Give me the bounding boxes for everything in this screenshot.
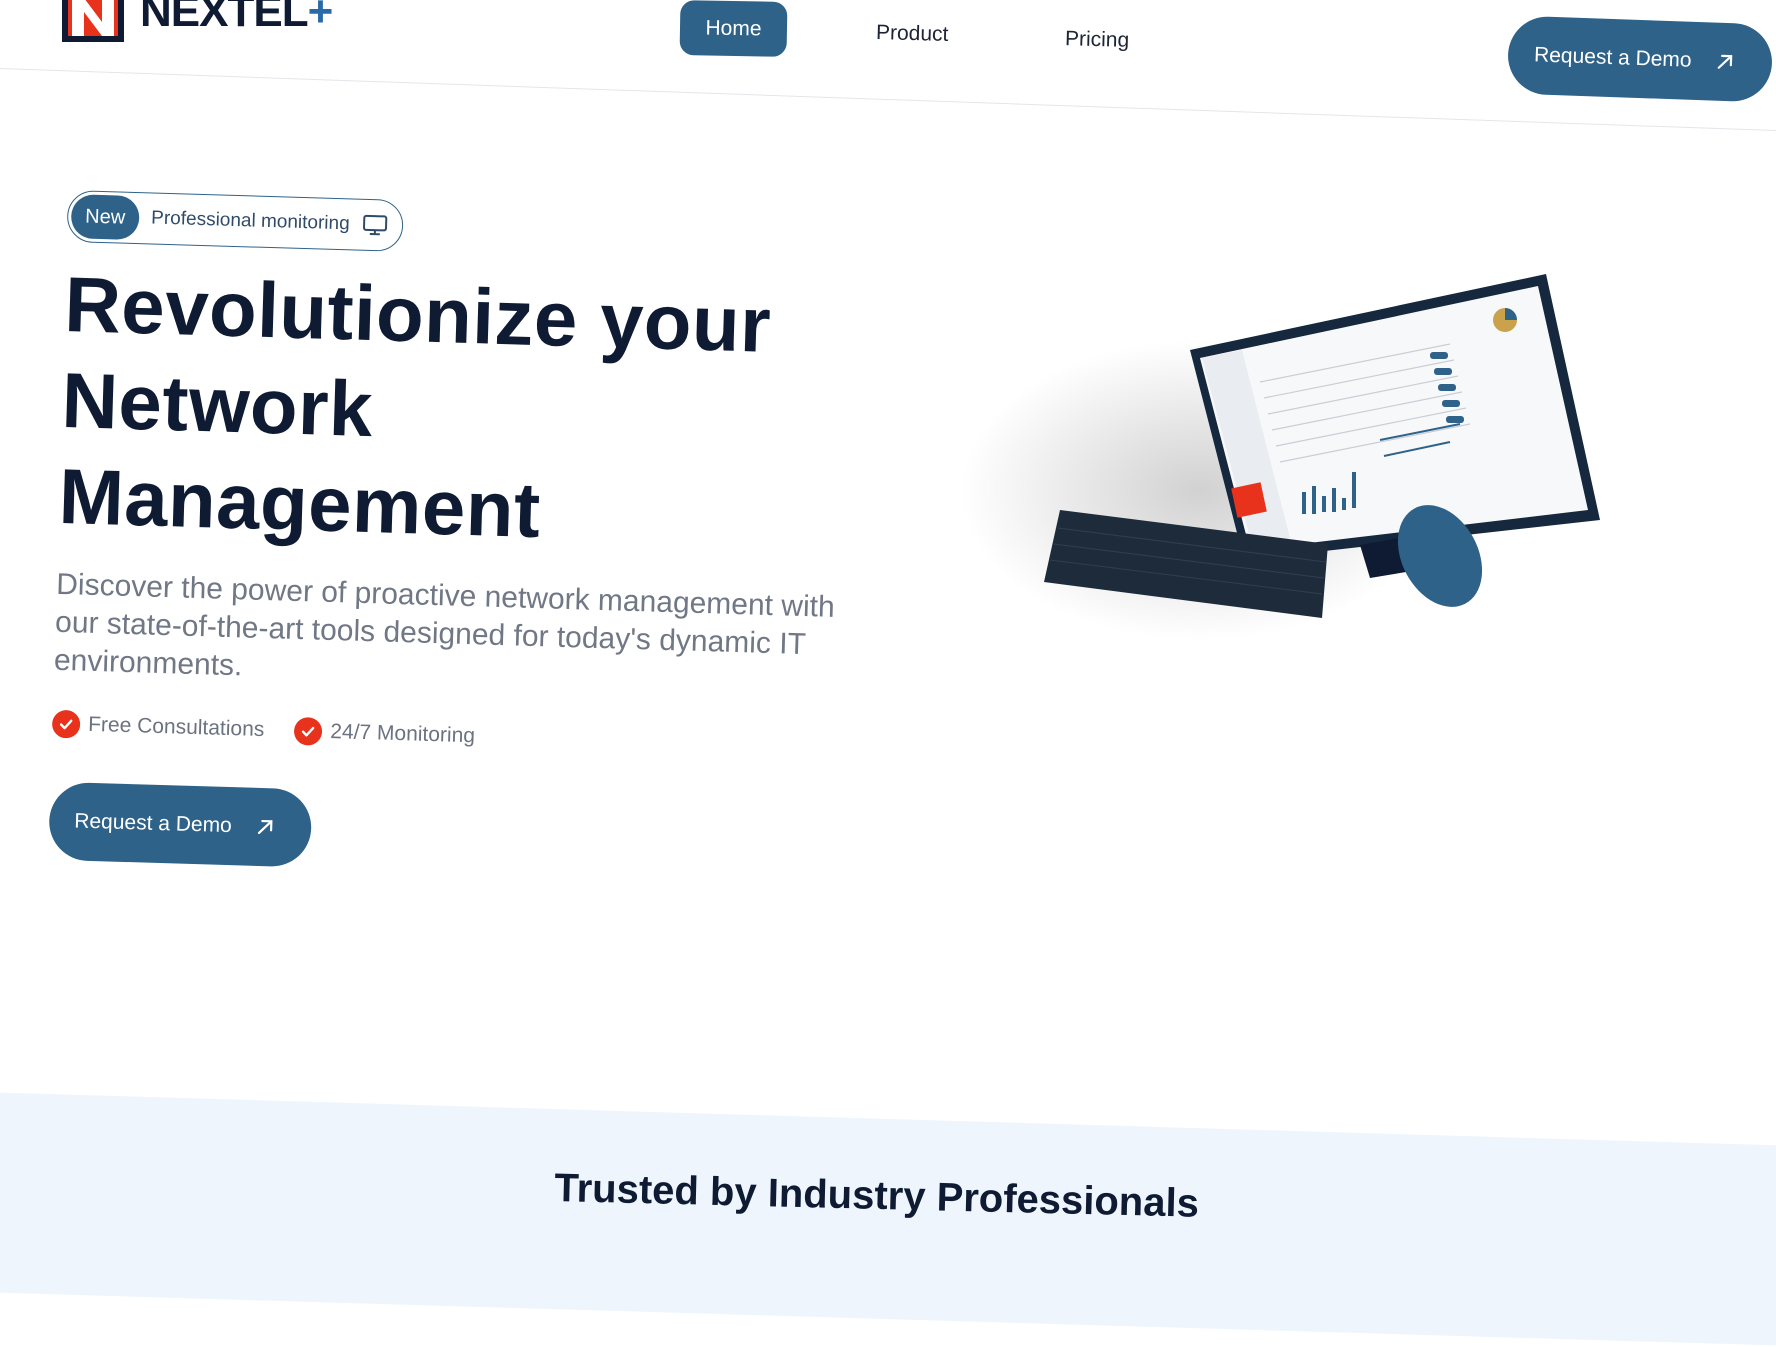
trusted-section-background (0, 1092, 1776, 1347)
monitor-icon (361, 214, 388, 237)
header-request-demo-label: Request a Demo (1533, 43, 1692, 72)
feature-monitoring: 24/7 Monitoring (293, 716, 476, 750)
nav-pricing-link[interactable]: Pricing (1065, 27, 1130, 53)
hero-badge: New Professional monitoring (66, 190, 404, 252)
hero-request-demo-button[interactable]: Request a Demo (48, 781, 313, 868)
hero-section: New Professional monitoring Revolutioniz… (48, 190, 848, 883)
hero-headline: Revolutionize your Network Management (57, 256, 845, 567)
arrow-up-right-icon (1713, 51, 1736, 74)
nav-product-link[interactable]: Product (876, 21, 949, 47)
nextel-logo-mark-icon (62, 0, 132, 42)
check-circle-icon (51, 709, 81, 739)
feature-free-consultations: Free Consultations (51, 709, 265, 744)
badge-new-pill: New (70, 194, 140, 241)
feature-label: Free Consultations (87, 712, 265, 742)
arrow-up-right-icon (253, 816, 276, 839)
feature-label: 24/7 Monitoring (329, 720, 476, 748)
check-circle-icon (293, 716, 323, 746)
header-request-demo-button[interactable]: Request a Demo (1506, 15, 1774, 103)
hero-request-demo-label: Request a Demo (73, 809, 233, 838)
badge-label: Professional monitoring (150, 207, 350, 235)
site-header: NEXTEL+ Home Product Pricing Request a D… (0, 0, 1776, 132)
brand-logo[interactable]: NEXTEL+ (62, 0, 333, 42)
header-divider (0, 68, 1776, 132)
brand-wordmark: NEXTEL+ (140, 0, 333, 36)
computer-illustration (940, 260, 1660, 720)
hero-subtext: Discover the power of proactive network … (53, 567, 836, 683)
nav-home-link[interactable]: Home (679, 0, 788, 57)
hero-features: Free Consultations 24/7 Monitoring (51, 709, 832, 761)
